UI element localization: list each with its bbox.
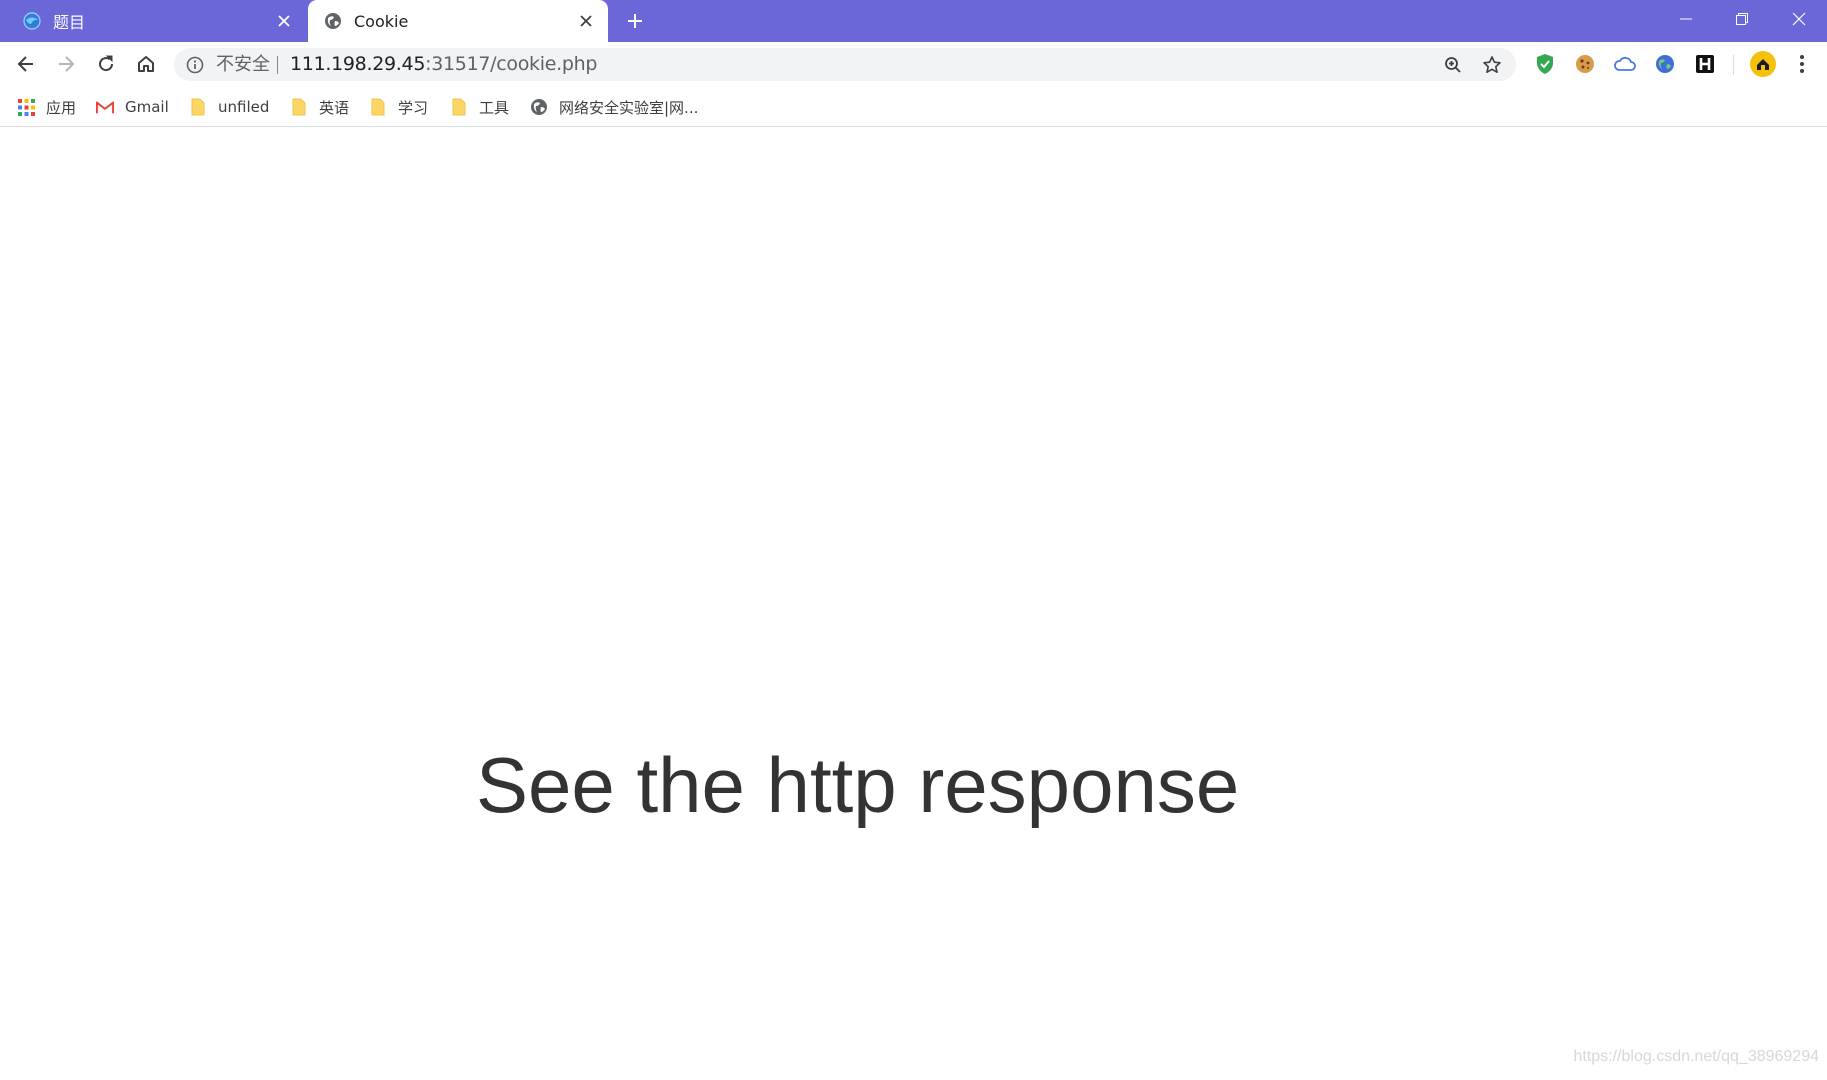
url-path: :31517/cookie.php bbox=[425, 53, 598, 75]
restore-icon bbox=[1736, 13, 1748, 25]
bookmark-label: 应用 bbox=[46, 98, 77, 117]
bookmark-folder-unfiled[interactable]: unfiled bbox=[189, 94, 269, 120]
close-icon bbox=[1792, 12, 1806, 26]
reload-icon bbox=[99, 55, 114, 72]
address-separator bbox=[277, 56, 278, 74]
bookmark-security-lab[interactable]: 网络安全实验室|网... bbox=[530, 94, 698, 120]
bookmark-label: 工具 bbox=[479, 98, 510, 117]
title-bar: 题目 Cookie bbox=[0, 0, 1827, 42]
tab-close-icon[interactable] bbox=[272, 9, 296, 33]
shield-check-icon bbox=[1537, 54, 1553, 74]
bookmark-label: 学习 bbox=[398, 98, 429, 117]
globe-extension[interactable] bbox=[1653, 52, 1677, 76]
minimize-button[interactable] bbox=[1658, 0, 1714, 38]
bookmark-label: Gmail bbox=[125, 98, 169, 116]
zoom-button[interactable] bbox=[1442, 54, 1464, 76]
bookmark-folder-tools[interactable]: 工具 bbox=[450, 94, 509, 120]
arrow-right-icon bbox=[59, 56, 75, 72]
minimize-icon bbox=[1680, 18, 1692, 20]
bookmark-label: 网络安全实验室|网... bbox=[559, 98, 699, 117]
gmail-icon bbox=[96, 98, 114, 116]
restore-button[interactable] bbox=[1714, 0, 1770, 38]
security-label[interactable]: 不安全 bbox=[216, 48, 270, 81]
star-icon bbox=[1483, 56, 1501, 73]
cookie-extension[interactable] bbox=[1573, 52, 1597, 76]
profile-avatar[interactable] bbox=[1749, 50, 1777, 78]
h-extension[interactable] bbox=[1693, 52, 1717, 76]
bookmark-star-button[interactable] bbox=[1481, 54, 1503, 76]
folder-icon bbox=[450, 98, 468, 116]
browser-window: 题目 Cookie 不安全 111.198.29.45:31517/cookie… bbox=[0, 0, 1827, 1080]
url-host: 111.198.29.45 bbox=[290, 53, 426, 75]
bookmark-apps[interactable]: 应用 bbox=[17, 94, 76, 120]
zoom-icon bbox=[1445, 57, 1461, 73]
globe-icon bbox=[530, 98, 548, 116]
url-text[interactable]: 111.198.29.45:31517/cookie.php bbox=[290, 48, 597, 81]
edge-globe-icon bbox=[23, 12, 41, 30]
avatar-icon bbox=[1750, 51, 1776, 77]
plus-icon bbox=[628, 14, 642, 28]
bookmark-label: 英语 bbox=[319, 98, 350, 117]
tab-close-icon[interactable] bbox=[574, 9, 598, 33]
tab-title: Cookie bbox=[354, 11, 409, 31]
bookmarks-bar: 应用 Gmail unfiled 英语 学习 工具 网络安全实验室|网... bbox=[0, 86, 1827, 127]
tab-title: 题目 bbox=[53, 13, 86, 32]
new-tab-button[interactable] bbox=[622, 8, 648, 34]
arrow-left-icon bbox=[17, 56, 33, 72]
cloud-icon bbox=[1614, 56, 1636, 71]
toolbar-separator bbox=[1733, 55, 1734, 75]
tab-cookie[interactable]: Cookie bbox=[308, 0, 608, 42]
shield-check-extension[interactable] bbox=[1533, 52, 1557, 76]
bookmark-folder-study[interactable]: 学习 bbox=[369, 94, 428, 120]
page-headline: See the http response bbox=[476, 741, 1240, 829]
info-icon[interactable] bbox=[186, 56, 204, 74]
page-content: See the http response https://blog.csdn.… bbox=[0, 127, 1827, 1080]
forward-button[interactable] bbox=[50, 48, 82, 80]
watermark: https://blog.csdn.net/qq_38969294 bbox=[1573, 1048, 1819, 1065]
back-button[interactable] bbox=[10, 48, 42, 80]
home-button[interactable] bbox=[130, 48, 162, 80]
h-logo-icon bbox=[1696, 55, 1714, 73]
tab-topic[interactable]: 题目 bbox=[0, 0, 306, 42]
close-window-button[interactable] bbox=[1771, 0, 1827, 38]
bookmark-label: unfiled bbox=[218, 98, 270, 116]
cookie-icon bbox=[1576, 55, 1594, 73]
more-vert-icon bbox=[1800, 55, 1804, 73]
folder-icon bbox=[369, 98, 387, 116]
address-bar[interactable]: 不安全 111.198.29.45:31517/cookie.php bbox=[174, 48, 1516, 81]
bookmark-folder-english[interactable]: 英语 bbox=[290, 94, 349, 120]
folder-icon bbox=[189, 98, 207, 116]
reload-button[interactable] bbox=[90, 48, 122, 80]
apps-grid-icon bbox=[17, 98, 35, 116]
menu-button[interactable] bbox=[1786, 48, 1818, 80]
home-icon bbox=[138, 56, 154, 72]
folder-icon bbox=[290, 98, 308, 116]
globe-icon bbox=[325, 13, 341, 29]
bookmark-gmail[interactable]: Gmail bbox=[96, 94, 169, 120]
cloud-extension[interactable] bbox=[1613, 52, 1637, 76]
navigation-toolbar: 不安全 111.198.29.45:31517/cookie.php bbox=[0, 42, 1827, 86]
earth-icon bbox=[1656, 55, 1674, 73]
